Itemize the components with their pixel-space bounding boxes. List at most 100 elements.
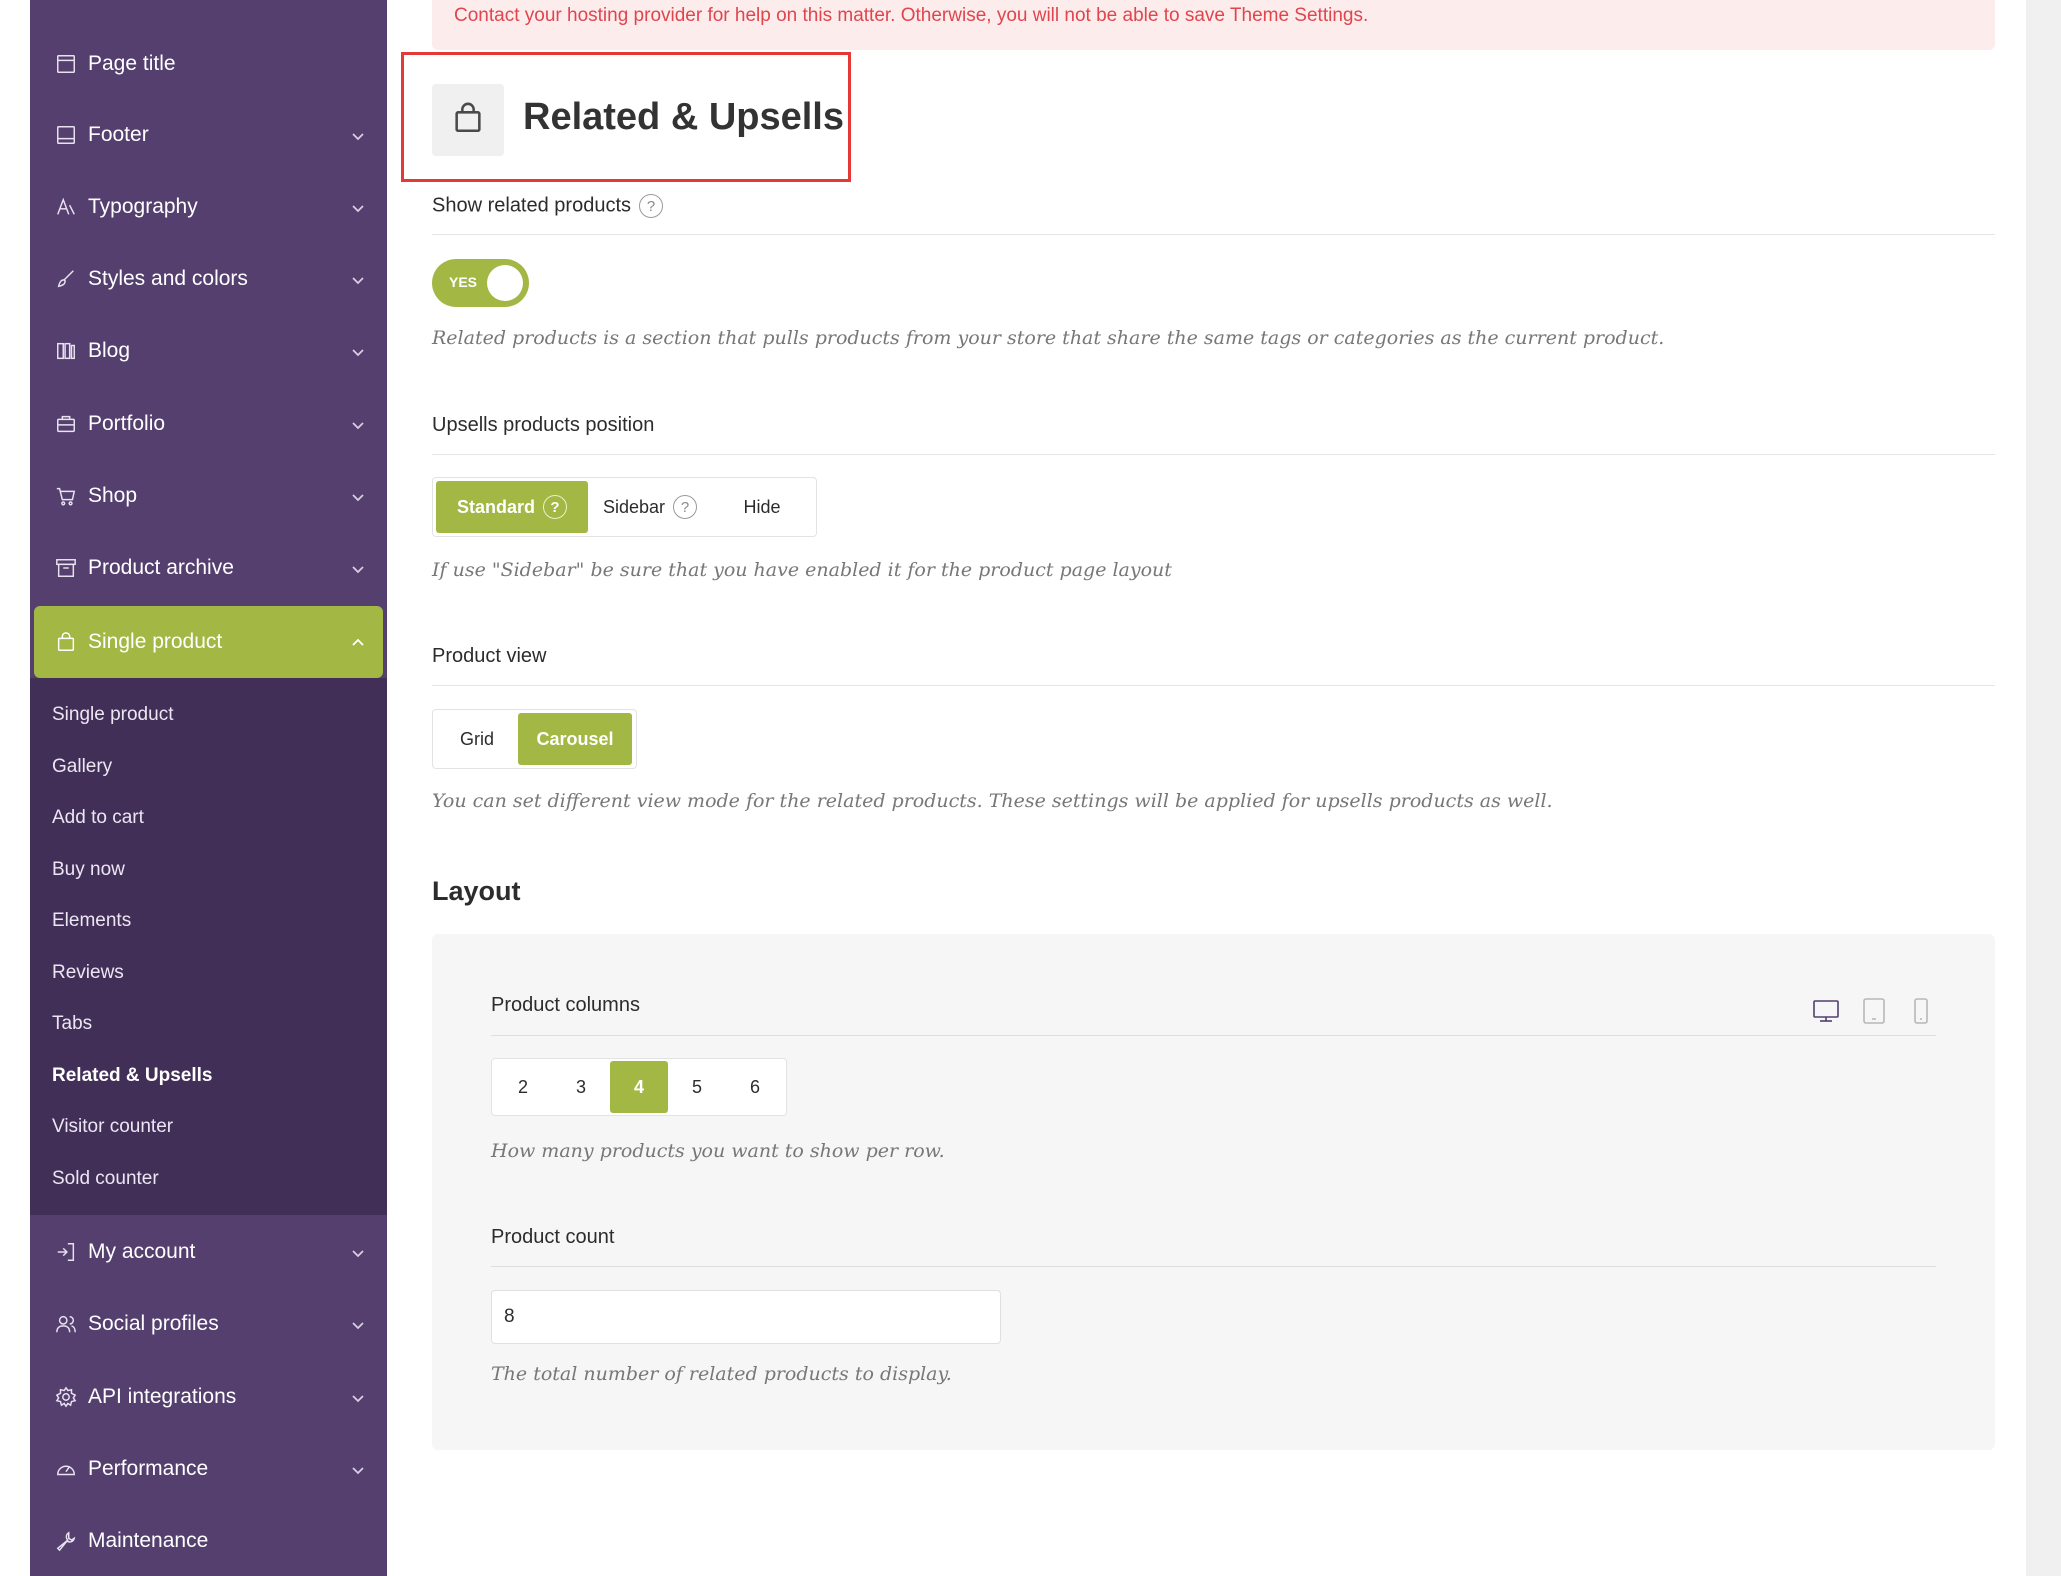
product-view-selector: Grid Carousel — [432, 709, 637, 769]
chevron-down-icon — [351, 125, 365, 141]
sidebar-item-footer[interactable]: Footer — [34, 99, 383, 171]
sidebar-item-api-integrations[interactable]: API integrations — [34, 1361, 383, 1433]
submenu-item-tabs[interactable]: Tabs — [52, 1013, 92, 1035]
chevron-down-icon — [351, 1387, 365, 1403]
desktop-icon[interactable] — [1811, 996, 1841, 1026]
product-count-description: The total number of related products to … — [491, 1363, 952, 1385]
upsells-position-description: If use "Sidebar" be sure that you have e… — [432, 559, 1172, 581]
sidebar-item-single-product[interactable]: Single product — [34, 606, 383, 678]
related-products-description: Related products is a section that pulls… — [432, 327, 1665, 349]
right-gutter — [2026, 0, 2061, 1576]
product-columns-selector: 2 3 4 5 6 — [491, 1058, 787, 1116]
submenu-item-elements[interactable]: Elements — [52, 910, 131, 932]
bag-icon — [451, 101, 485, 140]
related-products-toggle[interactable]: YES — [432, 259, 529, 307]
briefcase-icon — [54, 412, 78, 436]
sidebar-item-shop[interactable]: Shop — [34, 460, 383, 532]
help-icon[interactable]: ? — [673, 495, 698, 519]
sidebar-item-label: Single product — [88, 630, 223, 653]
sidebar-item-label: API integrations — [88, 1385, 237, 1408]
sidebar-item-performance[interactable]: Performance — [34, 1433, 383, 1505]
chevron-down-icon — [351, 269, 365, 285]
option-label: Standard — [456, 496, 535, 517]
sidebar-item-product-archive[interactable]: Product archive — [34, 532, 383, 604]
column-option-5[interactable]: 5 — [668, 1061, 726, 1113]
sidebar-item-portfolio[interactable]: Portfolio — [34, 388, 383, 460]
column-option-6[interactable]: 6 — [726, 1061, 784, 1113]
chevron-up-icon — [351, 632, 365, 646]
product-count-input[interactable] — [491, 1290, 1001, 1344]
submenu-item-add-to-cart[interactable]: Add to cart — [52, 807, 144, 829]
sidebar-item-blog[interactable]: Blog — [34, 315, 383, 387]
divider — [432, 234, 1995, 235]
wrench-icon — [54, 1529, 78, 1553]
submenu-item-reviews[interactable]: Reviews — [52, 962, 124, 984]
sidebar-item-label: Footer — [88, 123, 149, 146]
brush-icon — [54, 267, 78, 291]
divider — [491, 1035, 1936, 1036]
sidebar-item-label: Blog — [88, 339, 131, 362]
users-icon — [54, 1312, 78, 1336]
submenu-item-buy-now[interactable]: Buy now — [52, 859, 125, 881]
column-option-4[interactable]: 4 — [610, 1061, 668, 1113]
column-option-2[interactable]: 2 — [494, 1061, 552, 1113]
option-hide[interactable]: Hide — [712, 481, 812, 533]
left-gutter — [0, 0, 30, 1576]
sidebar-item-label: Styles and colors — [88, 267, 248, 290]
product-view-description: You can set different view mode for the … — [432, 790, 1553, 812]
divider — [491, 1266, 1936, 1267]
layout-heading: Layout — [432, 876, 521, 906]
gear-icon — [54, 1385, 78, 1409]
page-title: Related & Upsells — [523, 96, 844, 138]
sidebar-item-social-profiles[interactable]: Social profiles — [34, 1288, 383, 1360]
submenu-item-related-upsells[interactable]: Related & Upsells — [52, 1065, 213, 1087]
option-carousel[interactable]: Carousel — [518, 713, 632, 765]
sidebar-item-typography[interactable]: Typography — [34, 171, 383, 243]
product-count-label: Product count — [491, 1226, 615, 1248]
sidebar-item-label: My account — [88, 1240, 196, 1263]
submenu-item-sold-counter[interactable]: Sold counter — [52, 1168, 159, 1190]
chevron-down-icon — [351, 414, 365, 430]
error-notice: Contact your hosting provider for help o… — [432, 0, 1995, 50]
page-icon — [54, 52, 78, 76]
sidebar-item-label: Product archive — [88, 556, 234, 579]
sidebar-item-label: Page title — [88, 52, 176, 75]
option-sidebar[interactable]: Sidebar? — [588, 481, 712, 533]
chevron-down-icon — [351, 1459, 365, 1475]
chevron-down-icon — [351, 197, 365, 213]
gauge-icon — [54, 1457, 78, 1481]
sidebar-item-maintenance[interactable]: Maintenance — [34, 1505, 383, 1576]
sidebar-item-page-title[interactable]: Page title — [34, 28, 383, 100]
submenu-item-visitor-counter[interactable]: Visitor counter — [52, 1116, 173, 1138]
product-view-label: Product view — [432, 645, 547, 667]
submenu-item-gallery[interactable]: Gallery — [52, 756, 112, 778]
login-icon — [54, 1240, 78, 1264]
option-standard[interactable]: Standard? — [436, 481, 588, 533]
upsells-position-label: Upsells products position — [432, 414, 655, 436]
blog-icon — [54, 339, 78, 363]
sidebar-item-label: Shop — [88, 484, 138, 507]
sidebar-item-label: Typography — [88, 195, 198, 218]
column-option-3[interactable]: 3 — [552, 1061, 610, 1113]
option-label: Sidebar — [602, 496, 666, 517]
archive-icon — [54, 556, 78, 580]
sidebar-item-label: Performance — [88, 1457, 209, 1480]
cart-icon — [54, 484, 78, 508]
toggle-label: YES — [449, 274, 478, 290]
title-icon-box — [432, 84, 504, 156]
help-icon[interactable]: ? — [543, 495, 567, 519]
upsells-position-selector: Standard? Sidebar? Hide — [432, 477, 817, 537]
divider — [432, 685, 1995, 686]
chevron-down-icon — [351, 558, 365, 574]
chevron-down-icon — [351, 341, 365, 357]
mobile-icon[interactable] — [1906, 996, 1936, 1026]
sidebar-item-my-account[interactable]: My account — [34, 1216, 383, 1288]
sidebar-item-styles-colors[interactable]: Styles and colors — [34, 243, 383, 315]
option-label: Hide — [743, 496, 781, 517]
option-grid[interactable]: Grid — [436, 713, 518, 765]
chevron-down-icon — [351, 1314, 365, 1330]
tablet-icon[interactable] — [1859, 996, 1889, 1026]
submenu-item-single-product[interactable]: Single product — [52, 704, 173, 726]
help-icon[interactable]: ? — [639, 194, 664, 218]
sidebar-item-label: Maintenance — [88, 1529, 209, 1552]
